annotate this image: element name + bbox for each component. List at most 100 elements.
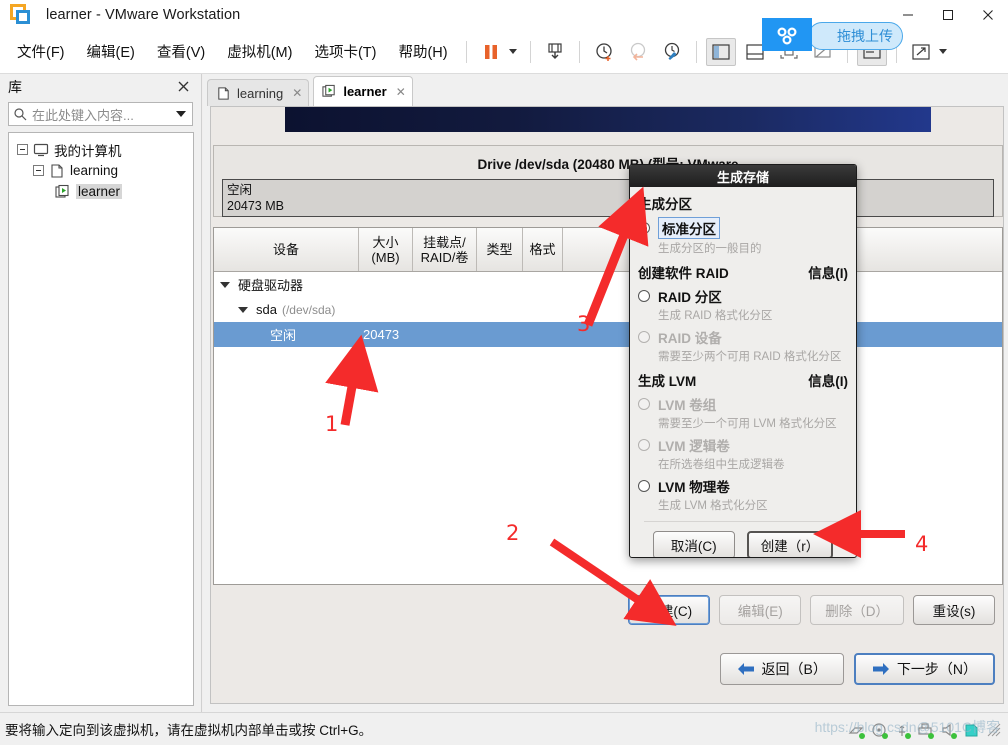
window-controls xyxy=(888,0,1008,30)
option-description: 在所选卷组中生成逻辑卷 xyxy=(658,459,785,471)
vm-pane: learning ✕ learner ✕ Drive /dev/sda (204… xyxy=(203,74,1008,712)
status-device-icons xyxy=(848,713,1002,745)
tree-item-learning[interactable]: learning xyxy=(9,160,193,181)
tab-label: learner xyxy=(343,84,387,99)
annotation-number-1: 1 xyxy=(325,412,339,436)
table-row[interactable]: 硬盘驱动器 xyxy=(214,272,1002,297)
usb-icon[interactable] xyxy=(894,722,911,739)
resize-grip-icon[interactable] xyxy=(986,722,1002,738)
dialog-cancel-button[interactable]: 取消(C) xyxy=(652,531,735,557)
menu-tabs[interactable]: 选项卡(T) xyxy=(303,37,387,66)
maximize-button[interactable] xyxy=(928,0,968,30)
column-header-size-line2: (MB) xyxy=(371,249,400,265)
lvm-info-link[interactable]: 信息(I) xyxy=(808,370,848,390)
vm-console-screen[interactable]: Drive /dev/sda (20480 MB) (型号: VMware 空闲… xyxy=(210,106,1004,704)
show-library-icon[interactable] xyxy=(705,37,736,66)
chevron-down-icon[interactable] xyxy=(176,111,186,117)
option-label: 标准分区 xyxy=(658,217,720,239)
removable-icon[interactable] xyxy=(963,722,979,738)
fullscreen-dropdown-caret-icon[interactable] xyxy=(938,49,947,54)
folder-icon xyxy=(51,163,63,178)
pause-icon[interactable] xyxy=(476,38,506,66)
back-button[interactable]: 返回（B） xyxy=(719,653,844,685)
partition-action-buttons: 创建(C) 编辑(E) 删除（D） 重设(s) xyxy=(213,593,1003,627)
next-button[interactable]: 下一步（N） xyxy=(853,653,995,685)
pause-dropdown-caret-icon[interactable] xyxy=(508,49,517,54)
menu-file[interactable]: 文件(F) xyxy=(6,37,76,66)
option-label: RAID 分区 xyxy=(658,290,722,305)
expander-caret-icon[interactable] xyxy=(220,281,230,288)
disk-icon[interactable] xyxy=(871,722,888,739)
group-title: 生成 LVM xyxy=(638,374,697,389)
tab-learner[interactable]: learner ✕ xyxy=(313,76,413,106)
search-input[interactable]: 在此处键入内容... xyxy=(8,102,193,126)
column-header-size[interactable]: 大小 (MB) xyxy=(359,228,413,271)
drive-usage-bar[interactable]: 空闲 20473 MB xyxy=(222,179,994,217)
column-header-mountpoint[interactable]: 挂载点/ RAID/卷 xyxy=(413,228,477,271)
close-button[interactable] xyxy=(968,0,1008,30)
column-header-format[interactable]: 格式 xyxy=(523,228,563,271)
option-description: 需要至少两个可用 RAID 格式化分区 xyxy=(658,351,842,363)
fullscreen-icon[interactable] xyxy=(906,38,936,66)
printer-icon[interactable] xyxy=(917,722,934,739)
status-message: 要将输入定向到该虚拟机，请在虚拟机内部单击或按 Ctrl+G。 xyxy=(5,723,373,738)
network-icon[interactable] xyxy=(848,722,865,739)
toolbar-separator xyxy=(465,40,467,63)
tab-learning[interactable]: learning ✕ xyxy=(207,79,310,106)
create-button[interactable]: 创建(C) xyxy=(628,595,711,625)
radio-icon[interactable] xyxy=(638,480,650,492)
library-header: 库 xyxy=(0,74,201,100)
row-device-label: 空闲 xyxy=(270,328,297,343)
annotation-number-4: 4 xyxy=(915,532,929,556)
raid-info-link[interactable]: 信息(I) xyxy=(808,262,848,282)
annotation-number-3: 3 xyxy=(577,312,591,336)
dialog-create-button[interactable]: 创建（r） xyxy=(746,531,834,557)
snapshot-take-icon[interactable] xyxy=(540,38,570,66)
wizard-nav-buttons: 返回（B） 下一步（N） xyxy=(213,647,1003,691)
option-standard-partition[interactable]: 标准分区 xyxy=(638,217,848,239)
reset-button[interactable]: 重设(s) xyxy=(913,595,995,625)
search-icon xyxy=(14,108,27,121)
menu-vm[interactable]: 虚拟机(M) xyxy=(216,37,303,66)
table-row-selected[interactable]: 空闲 20473 xyxy=(214,322,1002,347)
close-icon[interactable] xyxy=(174,80,193,95)
window-title: learner - VMware Workstation xyxy=(46,7,241,23)
snapshot-settings-icon[interactable] xyxy=(657,38,687,66)
option-lvm-physical-volume[interactable]: LVM 物理卷 xyxy=(638,476,848,496)
snapshot-manager-icon[interactable] xyxy=(589,38,619,66)
cloud-upload-icon[interactable] xyxy=(762,18,812,51)
radio-icon[interactable] xyxy=(638,290,650,302)
option-lvm-volume-group: LVM 卷组 xyxy=(638,394,848,414)
dialog-buttons: 取消(C) 创建（r） xyxy=(638,531,848,557)
sound-icon[interactable] xyxy=(940,722,957,739)
option-description: 生成 RAID 格式化分区 xyxy=(658,310,773,322)
drive-bar-size: 20473 MB xyxy=(227,199,284,213)
tree-item-label: learner xyxy=(76,184,123,199)
close-icon[interactable]: ✕ xyxy=(396,85,406,99)
column-header-device[interactable]: 设备 xyxy=(214,228,359,271)
tree-item-my-computer[interactable]: 我的计算机 xyxy=(9,139,193,160)
collapse-toggle-icon-2[interactable] xyxy=(33,165,44,176)
tree-item-learner[interactable]: learner xyxy=(9,181,193,202)
drive-title: Drive /dev/sda (20480 MB) (型号: VMware xyxy=(477,157,739,172)
collapse-toggle-icon[interactable] xyxy=(17,144,28,155)
option-raid-partition[interactable]: RAID 分区 xyxy=(638,286,848,306)
table-row[interactable]: sda (/dev/sda) xyxy=(214,297,1002,322)
menu-edit[interactable]: 编辑(E) xyxy=(76,37,146,66)
radio-icon[interactable] xyxy=(638,222,650,234)
drag-drop-upload-button[interactable]: 拖拽上传 xyxy=(808,22,903,50)
close-icon[interactable]: ✕ xyxy=(292,86,302,100)
menu-view[interactable]: 查看(V) xyxy=(146,37,216,66)
snapshot-revert-icon[interactable] xyxy=(623,38,653,66)
column-header-type[interactable]: 类型 xyxy=(477,228,523,271)
toolbar-separator-2 xyxy=(529,40,531,63)
expander-caret-icon[interactable] xyxy=(238,306,248,313)
group-title: 生成分区 xyxy=(638,197,692,212)
toolbar-separator-4 xyxy=(695,40,697,63)
menu-help[interactable]: 帮助(H) xyxy=(387,37,458,66)
dialog-separator xyxy=(644,521,842,522)
library-panel: 库 在此处键入内容... 我的计算机 learning learner xyxy=(0,74,202,712)
library-title: 库 xyxy=(8,79,22,95)
folder-icon xyxy=(218,86,229,100)
radio-icon xyxy=(638,439,650,451)
